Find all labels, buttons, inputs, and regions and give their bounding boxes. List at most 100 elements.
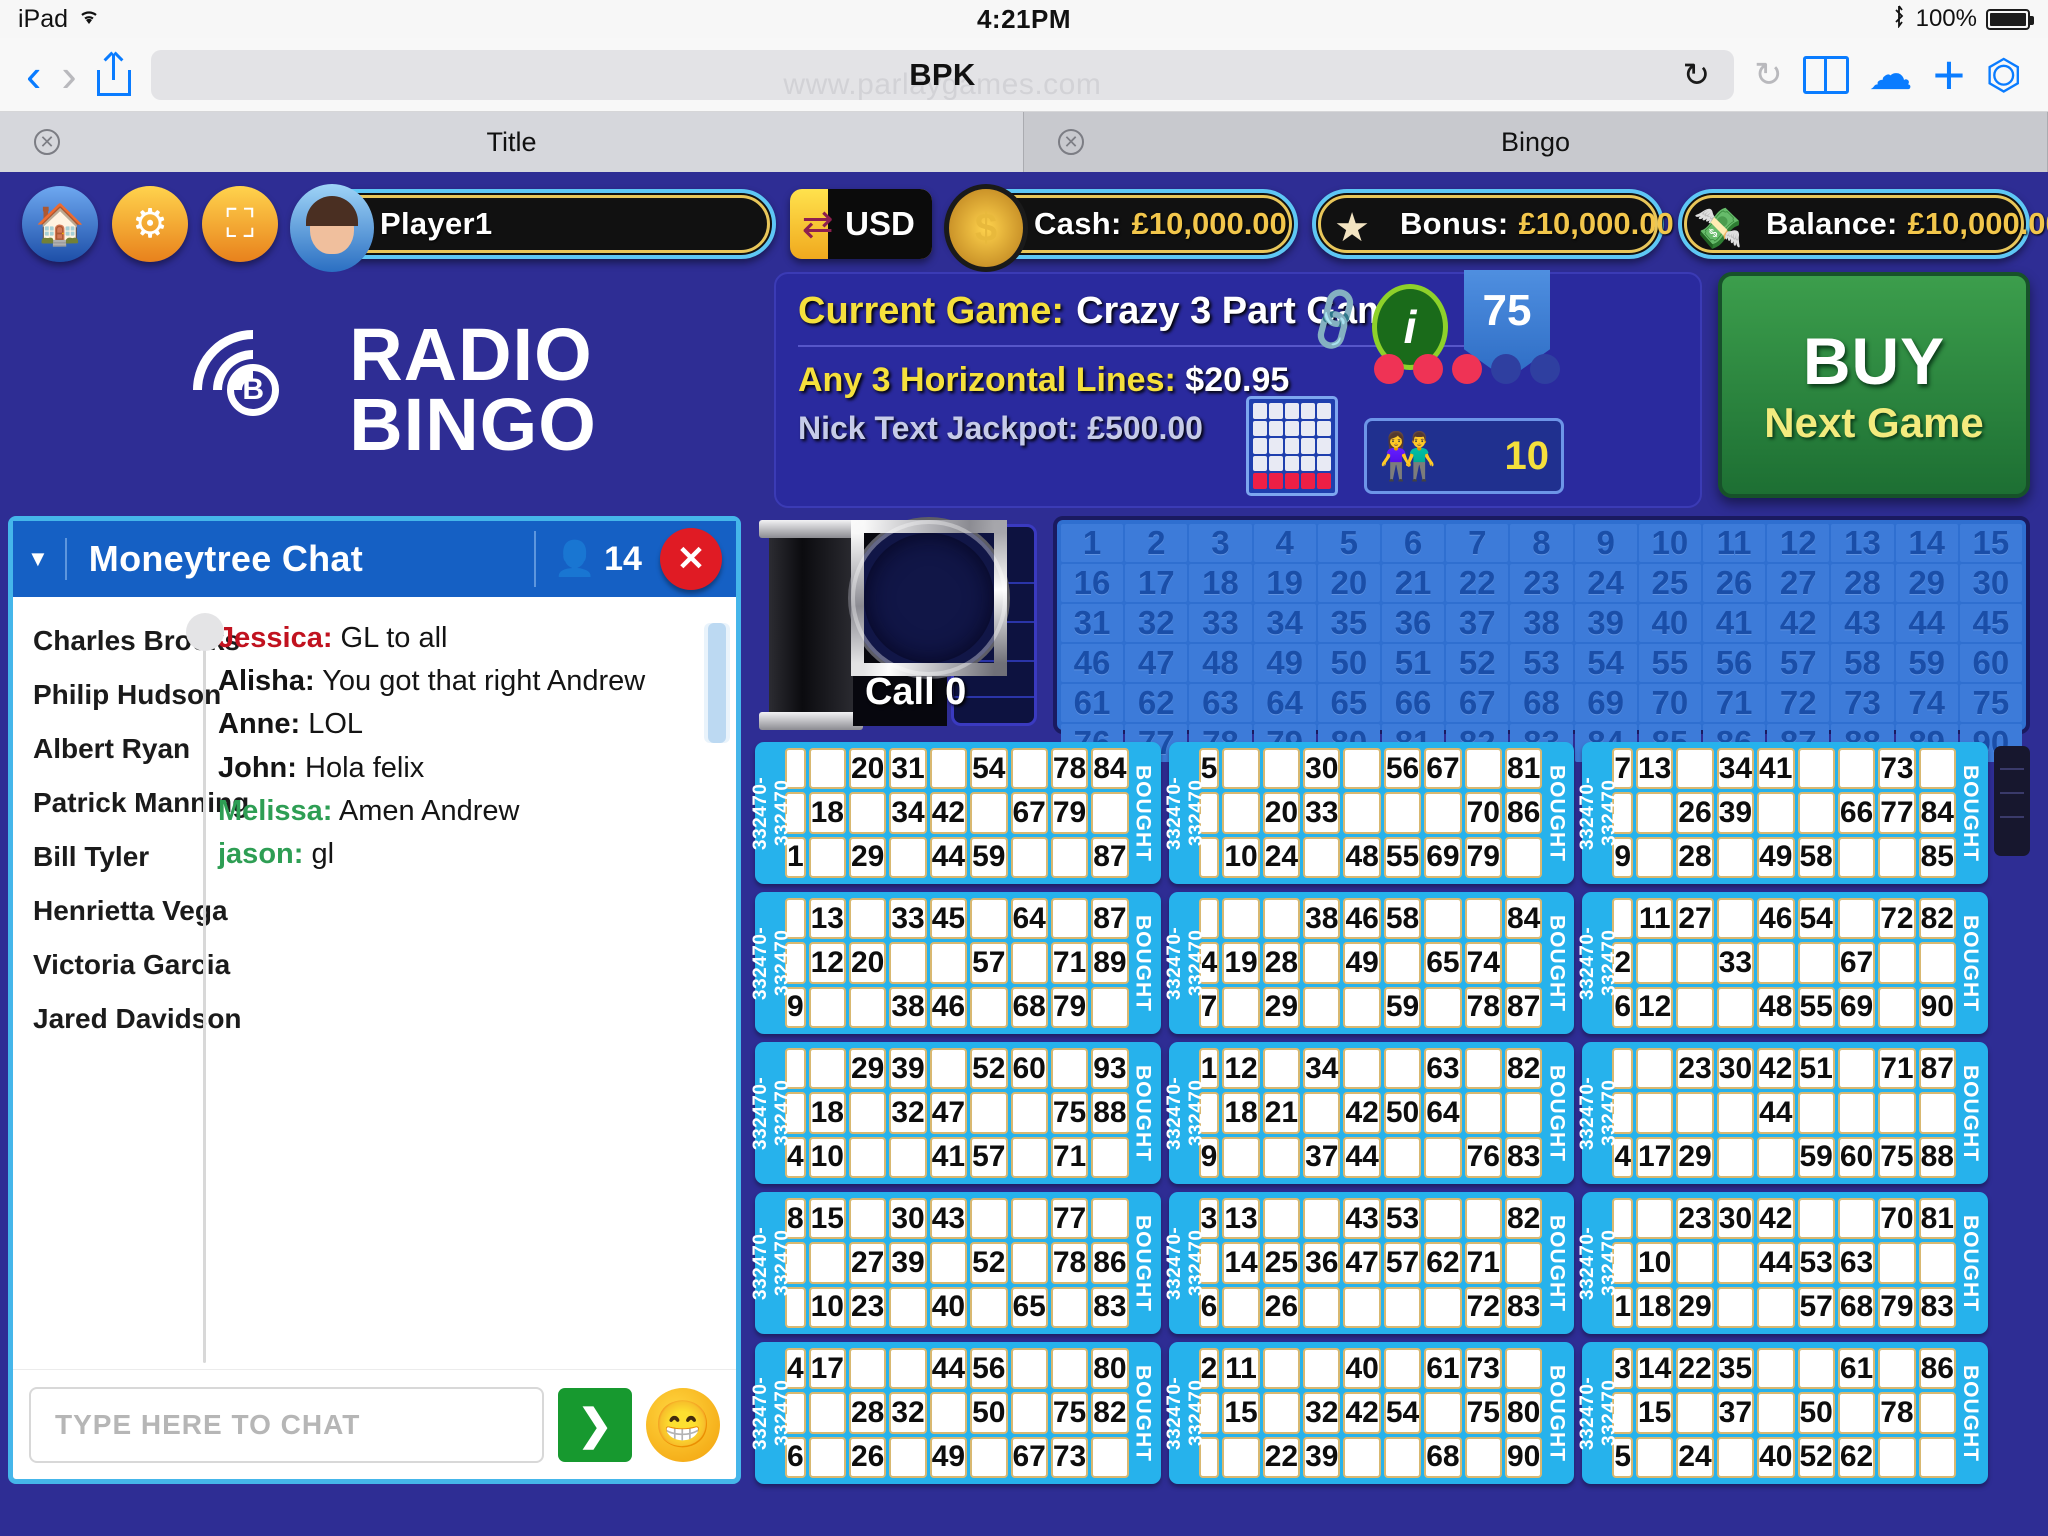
divider (798, 345, 1467, 347)
ticket-cell: 67 (1837, 942, 1876, 984)
chat-user-item[interactable]: Bill Tyler (33, 841, 203, 873)
currency-selector[interactable]: ⇄ USD (789, 189, 932, 259)
board-number: 63 (1189, 684, 1252, 722)
bingo-ticket[interactable]: 332470-332470 1 12 34 63 82 18 21 42 50 64 9 37 44 76 8… (1164, 1042, 1575, 1184)
back-chevron-icon[interactable]: ‹ (26, 52, 41, 98)
cash-pill[interactable]: $ Cash: £10,000.00 (944, 184, 1298, 272)
ticket-cell: 42 (1757, 1048, 1795, 1090)
reload-icon[interactable]: ↻ (1682, 55, 1710, 94)
chat-user-item[interactable]: Henrietta Vega (33, 895, 228, 927)
ticket-cell: 72 (1464, 1286, 1502, 1328)
gear-icon[interactable]: ⚙ (112, 186, 188, 262)
chat-user-item[interactable]: Charles Brooks (33, 625, 240, 657)
board-number: 20 (1317, 564, 1380, 602)
bingo-ticket[interactable]: 332470-332470 7 13 34 41 73 26 39 66 77 84 9 28 49 58 8… (1577, 742, 1988, 884)
chat-message-text: GL to all (332, 622, 448, 654)
address-bar[interactable]: www.parlaygames.com BPK ↻ (150, 49, 1735, 101)
close-icon[interactable]: ✕ (659, 528, 722, 590)
balance-pill[interactable]: 💸 Balance: £10,000.00 (1678, 189, 2048, 259)
board-number: 70 (1638, 684, 1701, 722)
ticket-cell: 54 (1797, 898, 1835, 940)
ticket-cell: 11 (1636, 898, 1674, 940)
ticket-cell-empty (808, 748, 846, 790)
bingo-ticket[interactable]: 332470-332470 23 30 42 51 71 87 44 4 17 29 59 60 75 88… (1577, 1042, 1988, 1184)
chat-input[interactable]: TYPE HERE TO CHAT (29, 1386, 544, 1463)
board-number: 21 (1381, 564, 1445, 602)
ticket-cell-empty (808, 1436, 846, 1478)
bingo-ticket[interactable]: 332470-332470 2 11 40 61 73 15 32 42 54 75 80 22 39 68… (1164, 1342, 1575, 1484)
book-icon[interactable] (1802, 55, 1849, 94)
bingo-ticket[interactable]: 332470-332470 13 33 45 64 87 12 20 57 71 89 9 38 46 68… (750, 892, 1161, 1034)
ticket-cell: 40 (929, 1286, 968, 1328)
close-icon[interactable]: ✕ (34, 129, 60, 155)
ticket-cell: 11 (1222, 1348, 1260, 1390)
ticket-cell-empty (1757, 942, 1795, 984)
chat-scrollbar[interactable] (703, 623, 730, 743)
wallet-icon: 💸 (1693, 206, 1743, 251)
bingo-ticket[interactable]: 332470-332470 4 17 44 56 80 28 32 50 75 82 6 26 49 67 7… (750, 1342, 1161, 1484)
board-number: 44 (1895, 604, 1958, 642)
share-icon[interactable] (96, 53, 131, 96)
ticket-cell: 46 (1343, 898, 1381, 940)
board-number: 33 (1189, 604, 1252, 642)
ticket-cell-empty (849, 898, 887, 940)
fullscreen-icon[interactable]: ⛶ (202, 186, 278, 262)
board-number: 45 (1959, 604, 2022, 642)
ticket-cell-empty (808, 986, 846, 1028)
ticket-cell: 82 (1918, 898, 1956, 940)
home-icon[interactable]: 🏠 (22, 186, 98, 262)
ticket-cell-empty (808, 1048, 846, 1090)
bingo-ticket[interactable]: 332470-332470 3 13 43 53 82 14 25 36 47 57 62 71 6 26 7… (1164, 1192, 1575, 1334)
close-icon[interactable]: ✕ (1058, 129, 1084, 155)
cloud-icon[interactable]: ☁ (1869, 52, 1913, 96)
ticket-cell-empty (1918, 748, 1956, 790)
buy-next-game-button[interactable]: BUY Next Game (1718, 272, 2030, 498)
ticket-cell-empty (849, 1092, 887, 1134)
ticket-cell: 63 (1837, 1242, 1876, 1284)
bingo-ticket[interactable]: 332470-332470 23 30 42 70 81 10 44 53 63 1 18 29 57 68… (1577, 1192, 1988, 1334)
tab-bingo[interactable]: ✕ Bingo (1024, 112, 2048, 172)
board-number: 31 (1060, 604, 1124, 642)
board-number: 36 (1381, 604, 1445, 642)
ticket-cell: 42 (1343, 1392, 1381, 1434)
chat-user-item[interactable]: Philip Hudson (33, 679, 221, 711)
tickets-scrollbar[interactable] (1994, 746, 2030, 856)
ticket-cell: 83 (1091, 1286, 1129, 1328)
ticket-cell: 53 (1797, 1242, 1835, 1284)
bonus-pill[interactable]: ★ Bonus: £10,000.00 (1312, 189, 1674, 259)
bingo-ticket[interactable]: 332470-332470 3 14 22 35 61 86 15 37 50 78 5 24 40 52 6… (1577, 1342, 1988, 1484)
ticket-cell: 90 (1918, 986, 1956, 1028)
ticket-cell: 86 (1504, 792, 1543, 834)
bingo-ticket[interactable]: 332470-332470 11 27 46 54 72 82 2 33 67 6 12 48 55 69 9… (1577, 892, 1988, 1034)
ticket-bought-badge: BOUGHT (1959, 1064, 1982, 1162)
send-icon[interactable]: ❯ (557, 1387, 632, 1462)
bingo-ticket[interactable]: 332470-332470 5 30 56 67 81 20 33 70 86 10 24 48 55 69… (1164, 742, 1575, 884)
ticket-cell-empty (1050, 898, 1089, 940)
ticket-bought-badge: BOUGHT (1131, 1064, 1155, 1162)
emoji-icon[interactable]: 😁 (645, 1387, 720, 1462)
bingo-ticket[interactable]: 332470-332470 20 31 54 78 84 18 34 42 67 79 1 29 44 59… (750, 742, 1161, 884)
ticket-cell-empty (1343, 792, 1381, 834)
chat-user-item[interactable]: Patrick Manning (33, 787, 249, 819)
ticket-cell: 73 (1464, 1348, 1502, 1390)
buy-label: BUY (1802, 324, 1946, 398)
ticket-cell: 83 (1504, 1136, 1543, 1178)
ticket-cell-empty (1303, 1348, 1341, 1390)
chat-user-item[interactable]: Jared Davidson (33, 1003, 242, 1035)
ticket-cell: 13 (1636, 748, 1674, 790)
tab-title[interactable]: ✕ Title (0, 112, 1024, 172)
forward-chevron-icon[interactable]: › (61, 52, 76, 98)
plus-icon[interactable]: + (1933, 46, 1966, 102)
safari-toolbar: ‹ › www.parlaygames.com BPK ↻ ↻ ☁ + ⏣ (0, 38, 2048, 112)
ticket-cell: 46 (1757, 898, 1795, 940)
tabs-icon[interactable]: ⏣ (1985, 53, 2022, 96)
ticket-cell: 24 (1262, 836, 1301, 878)
player-pill[interactable]: Player1 (290, 184, 776, 272)
bingo-ticket[interactable]: 332470-332470 29 39 52 60 93 18 32 47 75 88 4 10 41 57… (750, 1042, 1161, 1184)
ticket-cell-empty (1878, 1092, 1916, 1134)
chat-user-item[interactable]: Victoria Garcia (33, 949, 230, 981)
chat-user-item[interactable]: Albert Ryan (33, 733, 203, 765)
chevron-down-icon[interactable]: ▼ (27, 546, 49, 572)
bingo-ticket[interactable]: 332470-332470 38 46 58 84 4 19 28 49 65 74 7 29 59 78 8… (1164, 892, 1575, 1034)
bingo-ticket[interactable]: 332470-332470 8 15 30 43 77 27 39 52 78 86 10 23 40 65… (750, 1192, 1161, 1334)
